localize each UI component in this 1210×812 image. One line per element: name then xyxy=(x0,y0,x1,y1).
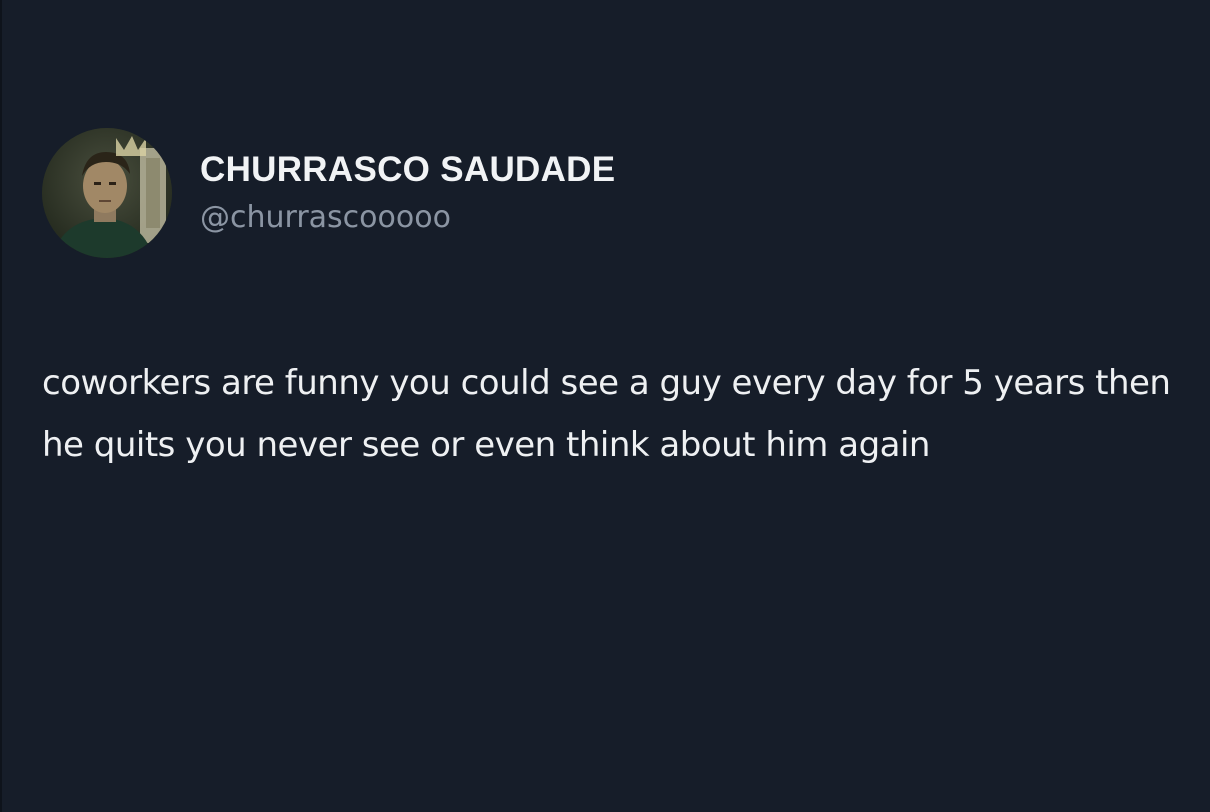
tweet-text: coworkers are funny you could see a guy … xyxy=(42,363,1171,465)
tweet-header: CHURRASCO SAUDADE @churrascooooo xyxy=(42,128,615,258)
tweet-card: CHURRASCO SAUDADE @churrascooooo coworke… xyxy=(0,0,1210,812)
author-display-name[interactable]: CHURRASCO SAUDADE xyxy=(200,148,615,192)
author-handle[interactable]: @churrascooooo xyxy=(200,198,615,238)
avatar-photo-icon xyxy=(42,128,172,258)
author-names: CHURRASCO SAUDADE @churrascooooo xyxy=(200,148,615,238)
avatar[interactable] xyxy=(42,128,172,258)
